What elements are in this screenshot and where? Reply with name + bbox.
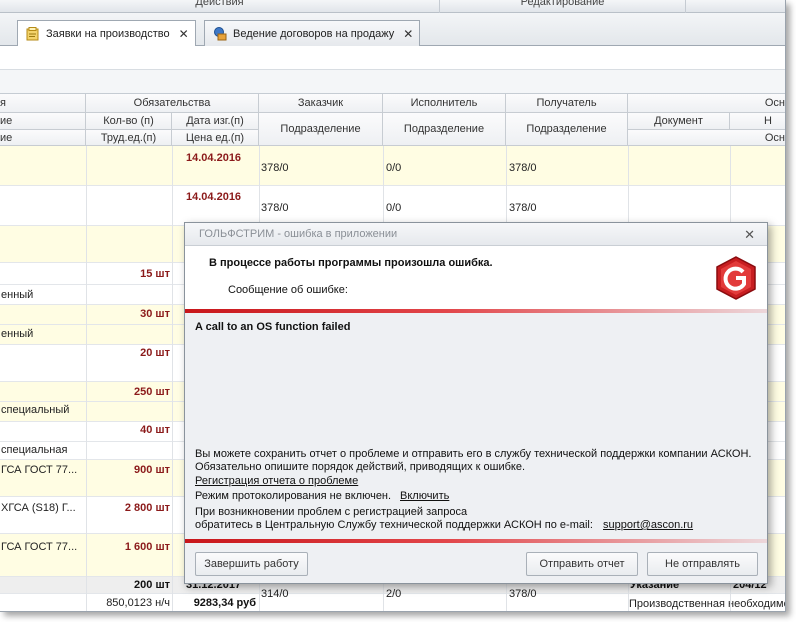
column-header-receiver: Получатель [506,94,628,113]
error-text: A call to an OS function failed [195,321,351,333]
quantity-cell: 2 800 шт [124,502,170,514]
quantity-cell: 40 шт [140,424,170,436]
receiver-cell: 378/0 [509,202,537,214]
gulfstream-logo-icon [713,255,759,301]
quantity-cell: 20 шт [140,347,170,359]
column-header-name-sub: ие [0,113,86,130]
column-header-name-sub2: ие [0,130,86,146]
dont-send-button[interactable]: Не отправлять [647,552,758,576]
table-row[interactable]: 14.04.2016 378/0 0/0 378/0 [0,186,785,226]
name-cell: енный [1,328,34,340]
total-basis: Производственная необходимо [629,598,786,610]
column-header-basis: Осн [628,94,785,113]
column-header-executor: Исполнитель [383,94,506,113]
total-price: 9283,34 руб [193,597,256,609]
close-icon[interactable]: ✕ [744,227,755,243]
logging-status-text: Режим протоколирования не включен. [195,490,392,502]
tab-production-requests[interactable]: Заявки на производство ✕ [17,20,196,47]
report-registration-link[interactable]: Регистрация отчета о проблеме [195,475,358,487]
ribbon-group-edit: Редактирование [440,0,686,13]
support-email-link[interactable]: support@ascon.ru [603,519,693,531]
column-header-n[interactable]: Н [730,113,785,130]
dialog-header: В процессе работы программы произошла ош… [185,246,767,309]
quantity-cell: 250 шт [134,386,170,398]
table-row[interactable]: 14.04.2016 378/0 0/0 378/0 [0,146,785,186]
totals-row-2: 850,0123 н/ч 9283,34 руб 314/0 2/0 378/0… [0,588,786,611]
column-header-qty[interactable]: Кол-во (п) [86,113,172,130]
finish-work-button[interactable]: Завершить работу [195,552,308,576]
close-tab-icon[interactable]: ✕ [403,27,413,41]
column-header-receiver-division[interactable]: Подразделение [506,113,628,146]
column-header-obligations: Обязательства [86,94,259,113]
dialog-title-bar[interactable]: ГОЛЬФСТРИМ - ошибка в приложении [185,223,767,246]
grid-divider [86,146,87,611]
customer-cell: 378/0 [261,202,289,214]
executor-cell: 0/0 [386,162,402,174]
application-window: Действия Редактирование Заявки на произв… [0,0,786,612]
contact-line-1: При возникновении проблем с регистрацией… [195,506,468,518]
grid-divider [172,146,173,611]
quantity-cell: 30 шт [140,308,170,320]
footer-accent-bar [185,539,767,543]
tab-label: Заявки на производство [46,28,170,40]
dialog-title: ГОЛЬФСТРИМ - ошибка в приложении [199,228,398,240]
quantity-cell: 15 шт [140,268,170,280]
total-labor: 850,0123 н/ч [106,597,170,609]
column-header-basis-sub: Осн [628,130,785,146]
folder-note-icon [25,26,41,42]
close-tab-icon[interactable]: ✕ [179,27,189,41]
column-header-price[interactable]: Цена ед.(п) [172,130,259,146]
column-header-labor[interactable]: Труд.ед.(п) [86,130,172,146]
total-customer: 314/0 [261,588,289,600]
grid-toolbar [0,46,785,70]
date-cell: 14.04.2016 [186,152,242,164]
customer-cell: 378/0 [261,162,289,174]
tab-sales-contracts[interactable]: Ведение договоров на продажу ✕ [204,20,421,46]
column-header-executor-division[interactable]: Подразделение [383,113,506,146]
info-line-1: Вы можете сохранить отчет о проблеме и о… [195,448,752,460]
column-header-basis-label: Осн [764,97,785,109]
quantity-cell: 900 шт [134,464,170,476]
grid-filter-row [0,70,785,94]
column-header-date[interactable]: Дата изг.(п) [172,113,259,130]
contact-line-2: обратитесь в Центральную Службу техничес… [195,519,593,531]
column-header-basis-sub-label: Осн [764,131,785,144]
total-quantity: 200 шт [134,579,170,591]
name-cell: ГСА ГОСТ 77... [1,541,78,553]
column-header-name: я [0,94,86,113]
info-line-2: Обязательно опишите порядок действий, пр… [195,461,526,473]
total-receiver: 378/0 [509,588,537,600]
date-cell: 14.04.2016 [186,191,242,203]
name-cell: ХГСА (S18) Г... [1,502,76,514]
error-headline: В процессе работы программы произошла ош… [209,257,493,269]
tab-label: Ведение договоров на продажу [233,27,395,40]
name-cell: енный [1,289,34,301]
ribbon-group-actions: Действия [0,0,440,13]
receiver-cell: 378/0 [509,162,537,174]
ribbon-strip: Действия Редактирование [0,0,785,13]
name-cell: ГСА ГОСТ 77... [1,464,78,476]
executor-cell: 0/0 [386,202,402,214]
total-executor: 2/0 [386,588,402,600]
quantity-cell: 1 600 шт [124,541,170,553]
document-tab-bar: Заявки на производство ✕ Ведение договор… [0,13,785,47]
enable-logging-link[interactable]: Включить [400,490,449,502]
send-report-button[interactable]: Отправить отчет [526,552,638,576]
error-dialog: ГОЛЬФСТРИМ - ошибка в приложении ✕ В про… [184,222,768,584]
name-cell: специальная [1,444,68,456]
column-header-document[interactable]: Документ [628,113,730,130]
column-header-customer: Заказчик [259,94,383,113]
name-cell: специальный [1,404,70,416]
error-message-label: Сообщение об ошибке: [228,284,348,296]
header-accent-bar [185,309,767,313]
contract-icon [212,26,228,42]
column-header-customer-division[interactable]: Подразделение [259,113,383,146]
